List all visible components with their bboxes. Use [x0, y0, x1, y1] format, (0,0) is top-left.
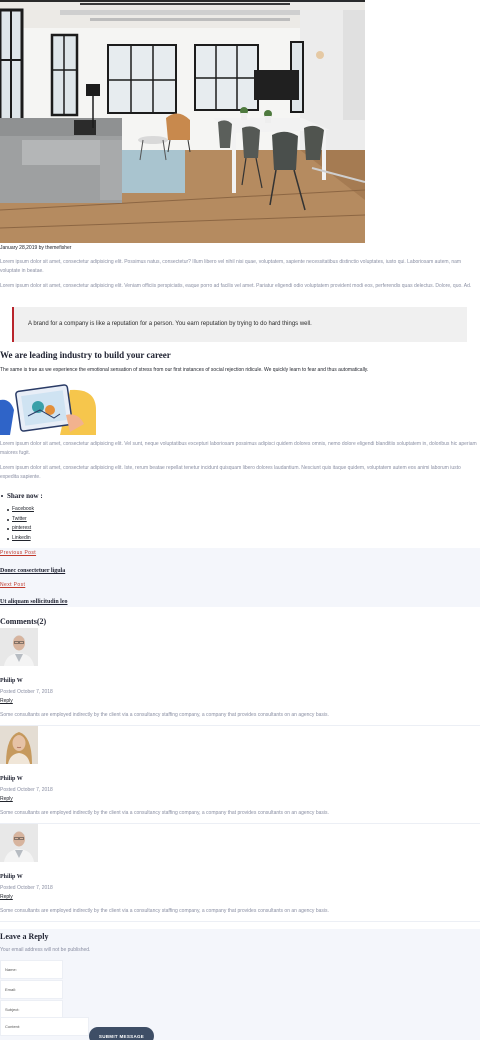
avatar	[0, 628, 38, 666]
post-navigation: Previous Post Donec consectetuer ligula …	[0, 548, 480, 607]
post-hero-image	[0, 0, 365, 243]
blockquote-text: A brand for a company is like a reputati…	[28, 321, 312, 327]
reply-note: Your email address will not be published…	[0, 947, 91, 953]
comment-text: Some consultants are employed indirectly…	[0, 712, 329, 718]
comment-item: Philip W Posted October 7, 2018 Reply So…	[0, 726, 480, 824]
reply-link[interactable]: Reply	[0, 796, 13, 802]
share-title: Share now :	[1, 492, 43, 500]
avatar	[0, 824, 38, 862]
email-field[interactable]	[0, 980, 63, 999]
reply-form: Leave a Reply Your email address will no…	[0, 929, 480, 1040]
share-link-twitter[interactable]: Twitter	[7, 516, 34, 526]
next-post-title[interactable]: Ut aliquam sollicitudin leo	[0, 599, 68, 605]
blockquote: A brand for a company is like a reputati…	[12, 307, 467, 342]
post-paragraph: Lorem ipsum dolor sit amet, consectetur …	[0, 465, 461, 480]
previous-post-title[interactable]: Donec consectetuer ligula	[0, 568, 65, 574]
name-field[interactable]	[0, 960, 63, 979]
section-heading: We are leading industry to build your ca…	[0, 350, 171, 360]
comment-date: Posted October 7, 2018	[0, 885, 53, 891]
post-paragraph: Lorem ipsum dolor sit amet, consectetur …	[0, 283, 472, 289]
reply-link[interactable]: Reply	[0, 894, 13, 900]
post-paragraph: Lorem ipsum dolor sit amet, consectetur …	[0, 259, 462, 274]
comment-author: Philip W	[0, 776, 23, 782]
share-link-linkedin[interactable]: Linkedin	[7, 535, 34, 545]
comment-text: Some consultants are employed indirectly…	[0, 908, 329, 914]
share-link-pinterest[interactable]: pinterest	[7, 525, 34, 535]
comment-item: Philip W Posted October 7, 2018 Reply So…	[0, 824, 480, 922]
comment-author: Philip W	[0, 874, 23, 880]
share-links: Facebook Twitter pinterest Linkedin	[7, 506, 34, 545]
comment-author: Philip W	[0, 678, 23, 684]
next-post-link[interactable]: Next Post	[0, 582, 25, 588]
comment-date: Posted October 7, 2018	[0, 787, 53, 793]
comments-title: Comments(2)	[0, 617, 47, 626]
content-field[interactable]	[0, 1017, 89, 1036]
post-paragraph: Lorem ipsum dolor sit amet, consectetur …	[0, 441, 477, 456]
post-illustration	[0, 380, 96, 435]
post-meta: January 28,2019 by themefisher	[0, 245, 72, 251]
previous-post-link[interactable]: Previous Post	[0, 550, 36, 556]
lead-paragraph: The same is true as we experience the em…	[0, 367, 369, 373]
avatar	[0, 726, 38, 764]
comment-date: Posted October 7, 2018	[0, 689, 53, 695]
submit-message-button[interactable]: SUBMIT MESSAGE	[89, 1027, 154, 1040]
comment-item: Philip W Posted October 7, 2018 Reply So…	[0, 628, 480, 726]
comment-text: Some consultants are employed indirectly…	[0, 810, 329, 816]
reply-title: Leave a Reply	[0, 932, 49, 941]
reply-link[interactable]: Reply	[0, 698, 13, 704]
share-link-facebook[interactable]: Facebook	[7, 506, 34, 516]
